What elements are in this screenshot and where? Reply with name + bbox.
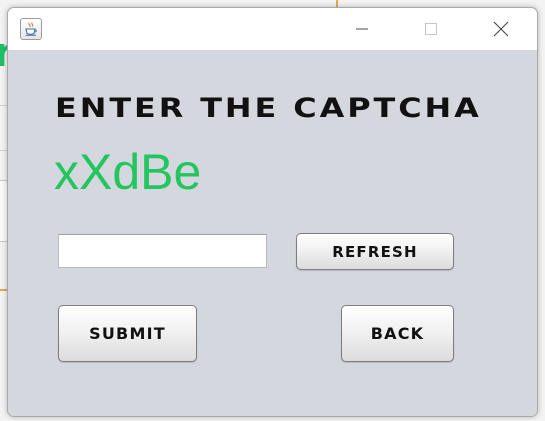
captcha-code: xXdBe [54, 144, 202, 200]
minimize-icon [356, 28, 368, 30]
maximize-button[interactable] [408, 8, 454, 50]
java-cup-icon-graphic [25, 22, 37, 36]
minimize-button[interactable] [339, 8, 385, 50]
maximize-icon [425, 23, 437, 35]
java-cup-icon[interactable] [20, 18, 42, 40]
refresh-button[interactable]: REFRESH [296, 233, 454, 270]
captcha-heading: ENTER THE CAPTCHA [55, 93, 482, 124]
title-bar[interactable] [8, 8, 537, 50]
captcha-panel: ENTER THE CAPTCHA xXdBe REFRESH SUBMIT B… [8, 50, 537, 416]
submit-button[interactable]: SUBMIT [58, 305, 197, 362]
captcha-window: ENTER THE CAPTCHA xXdBe REFRESH SUBMIT B… [7, 7, 538, 417]
close-button[interactable] [478, 8, 524, 50]
close-icon [493, 21, 509, 37]
back-button[interactable]: BACK [341, 305, 454, 362]
captcha-input[interactable] [58, 234, 267, 268]
